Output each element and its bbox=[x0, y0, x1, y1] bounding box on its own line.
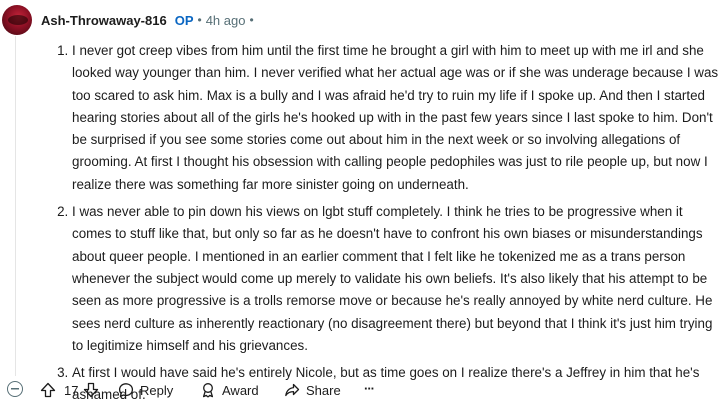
upvote-arrow-icon bbox=[40, 382, 56, 398]
list-item: I never got creep vibes from him until t… bbox=[72, 40, 720, 196]
share-arrow-icon bbox=[285, 383, 300, 397]
downvote-button[interactable] bbox=[83, 382, 99, 398]
list-item: I was never able to pin down his views o… bbox=[72, 201, 720, 357]
comment-timestamp[interactable]: 4h ago bbox=[206, 13, 246, 28]
thread-line bbox=[15, 36, 16, 376]
meta-separator-2: • bbox=[249, 13, 254, 27]
reply-label: Reply bbox=[140, 382, 174, 398]
vote-count: 17 bbox=[64, 383, 79, 398]
more-options-button[interactable]: ··· bbox=[364, 381, 375, 396]
comment-body: I never got creep vibes from him until t… bbox=[40, 40, 720, 412]
share-button[interactable]: Share bbox=[284, 382, 341, 398]
comment-action-bar: 17 Reply Award Share ··· bbox=[0, 376, 724, 404]
award-label: Award bbox=[222, 382, 259, 398]
reply-bubble-icon bbox=[118, 383, 134, 397]
meta-separator: • bbox=[197, 13, 202, 27]
author-username[interactable]: Ash-Throwaway-816 bbox=[41, 13, 167, 28]
comment-header: Ash-Throwaway-816 OP • 4h ago • bbox=[0, 2, 724, 38]
upvote-button[interactable] bbox=[40, 382, 56, 398]
award-ribbon-icon bbox=[202, 383, 214, 398]
comment-list: I never got creep vibes from him until t… bbox=[40, 40, 720, 407]
collapse-minus-icon[interactable] bbox=[7, 381, 23, 397]
share-label: Share bbox=[306, 382, 341, 398]
avatar[interactable] bbox=[2, 5, 32, 35]
op-badge: OP bbox=[174, 12, 194, 28]
award-button[interactable]: Award bbox=[200, 382, 259, 398]
reply-button[interactable]: Reply bbox=[118, 382, 173, 398]
downvote-arrow-icon bbox=[83, 382, 99, 398]
